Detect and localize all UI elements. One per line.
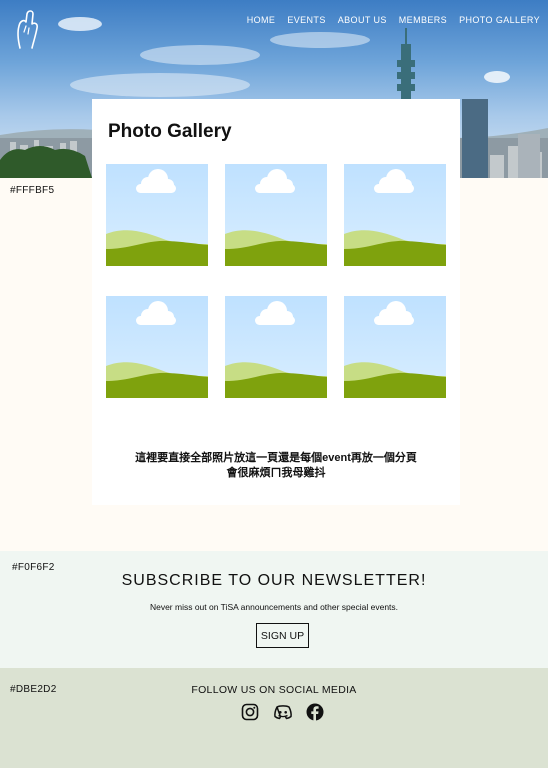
logo[interactable] (14, 8, 40, 50)
gallery-thumbnail[interactable] (106, 296, 208, 398)
instagram-icon[interactable] (241, 703, 259, 721)
main-nav: HOME EVENTS ABOUT US MEMBERS PHOTO GALLE… (247, 15, 540, 25)
gallery-note-line-2: 會很麻煩ㄇ我母雞抖 (226, 467, 326, 479)
image-placeholder-icon (344, 301, 446, 398)
nav-about-us[interactable]: ABOUT US (338, 15, 387, 25)
newsletter-subtitle: Never miss out on TiSA announcements and… (149, 602, 399, 612)
footer: #DBE2D2 FOLLOW US ON SOCIAL MEDIA (0, 668, 548, 768)
gallery-thumbnail[interactable] (344, 296, 446, 398)
page-bg-color-label: #FFFBF5 (10, 185, 55, 196)
nav-home[interactable]: HOME (247, 15, 276, 25)
image-placeholder-icon (225, 169, 327, 266)
page-title: Photo Gallery (108, 121, 232, 142)
newsletter-section: #F0F6F2 SUBSCRIBE TO OUR NEWSLETTER! Nev… (0, 551, 548, 668)
newsletter-title: SUBSCRIBE TO OUR NEWSLETTER! (121, 572, 427, 589)
follow-heading: FOLLOW US ON SOCIAL MEDIA (191, 684, 357, 696)
gallery-thumbnail[interactable] (225, 296, 327, 398)
photo-gallery-card: Photo Gallery 這裡要直接全部照片放這一頁還是每個event再放一個… (92, 99, 460, 505)
nav-events[interactable]: EVENTS (287, 15, 325, 25)
image-placeholder-icon (344, 169, 446, 266)
image-placeholder-icon (106, 169, 208, 266)
gallery-thumbnail[interactable] (225, 164, 327, 266)
gallery-thumbnail[interactable] (106, 164, 208, 266)
nav-members[interactable]: MEMBERS (399, 15, 447, 25)
sign-up-button[interactable]: SIGN UP (256, 623, 309, 648)
image-placeholder-icon (225, 301, 327, 398)
nav-photo-gallery[interactable]: PHOTO GALLERY (459, 15, 540, 25)
facebook-icon[interactable] (306, 703, 324, 721)
gallery-thumbnail[interactable] (344, 164, 446, 266)
hand-logo-icon (17, 10, 38, 49)
image-placeholder-icon (106, 301, 208, 398)
gallery-note-line-1: 這裡要直接全部照片放這一頁還是每個event再放一個分頁 (135, 452, 417, 464)
gallery-note: 這裡要直接全部照片放這一頁還是每個event再放一個分頁 會很麻煩ㄇ我母雞抖 (92, 451, 460, 481)
discord-icon[interactable] (273, 703, 293, 721)
